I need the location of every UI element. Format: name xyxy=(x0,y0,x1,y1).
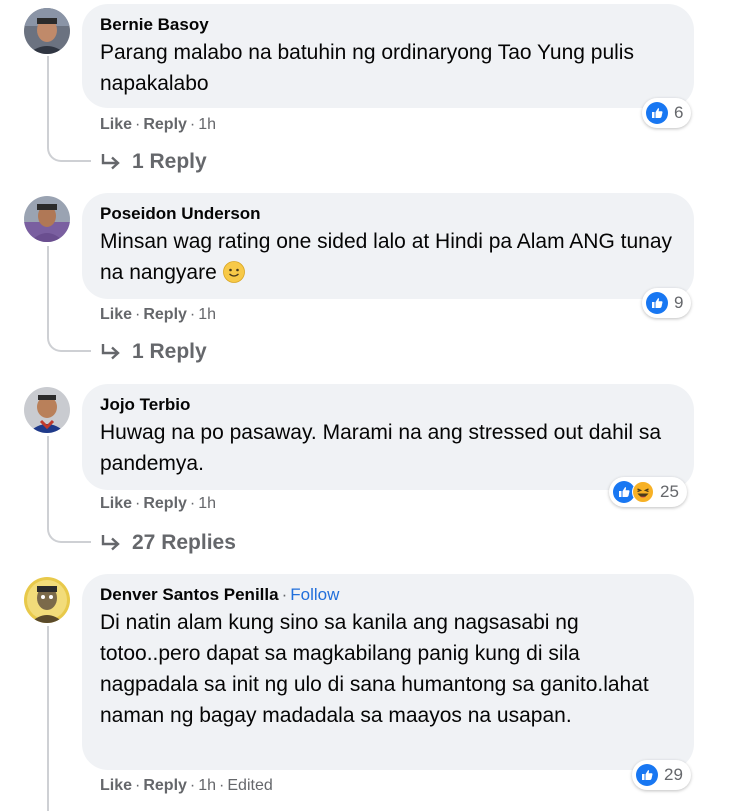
reply-button[interactable]: Reply xyxy=(143,306,187,323)
thread-curve xyxy=(47,336,91,352)
thread-curve xyxy=(47,146,91,162)
reply-button[interactable]: Reply xyxy=(143,495,187,512)
avatar[interactable] xyxy=(24,8,70,54)
avatar[interactable] xyxy=(24,387,70,433)
like-reaction-icon xyxy=(646,292,668,314)
follow-link[interactable]: Follow xyxy=(290,585,339,604)
reaction-count: 25 xyxy=(660,482,679,501)
like-reaction-icon xyxy=(646,102,668,124)
author-name[interactable]: Poseidon Underson xyxy=(100,204,261,223)
edited-label: Edited xyxy=(227,777,273,794)
comment-text: Parang malabo na batuhin ng ordinaryong … xyxy=(100,41,634,95)
reaction-summary[interactable]: 6 xyxy=(642,98,692,128)
comment-bubble: Jojo Terbio Huwag na po pasaway. Marami … xyxy=(82,384,694,490)
reaction-summary[interactable]: 29 xyxy=(632,760,691,790)
reply-button[interactable]: Reply xyxy=(143,777,187,794)
author-name[interactable]: Jojo Terbio xyxy=(100,395,190,414)
like-reaction-icon xyxy=(636,764,658,786)
timestamp[interactable]: 1h xyxy=(198,306,216,323)
timestamp[interactable]: 1h xyxy=(198,116,216,133)
comment-actions: Like · Reply · 1h xyxy=(100,495,217,512)
like-button[interactable]: Like xyxy=(100,777,132,794)
avatar[interactable] xyxy=(24,196,70,242)
view-replies-link[interactable]: 1 Reply xyxy=(100,340,207,364)
view-replies-link[interactable]: 1 Reply xyxy=(100,150,207,174)
comment-text: Minsan wag rating one sided lalo at Hind… xyxy=(100,230,672,284)
like-button[interactable]: Like xyxy=(100,495,132,512)
thread-line xyxy=(47,626,49,811)
comment-bubble: Denver Santos Penilla · Follow Di natin al… xyxy=(82,574,694,770)
haha-reaction-icon xyxy=(632,481,654,503)
reply-arrow-icon xyxy=(101,154,120,170)
comment-bubble: Poseidon Underson Minsan wag rating one … xyxy=(82,193,694,299)
reply-button[interactable]: Reply xyxy=(143,116,187,133)
reaction-summary[interactable]: 9 xyxy=(642,288,692,318)
replies-count-label[interactable]: 1 Reply xyxy=(132,150,207,174)
comment-actions: Like · Reply · 1h xyxy=(100,116,217,133)
comment-actions: Like · Reply · 1h xyxy=(100,306,217,323)
reaction-summary[interactable]: 25 xyxy=(609,477,687,507)
avatar[interactable] xyxy=(24,577,70,623)
replies-count-label[interactable]: 1 Reply xyxy=(132,340,207,364)
slightly-smiling-face-icon xyxy=(222,261,245,283)
comment-bubble: Bernie Basoy Parang malabo na batuhin ng… xyxy=(82,4,694,108)
thread-line xyxy=(47,246,49,336)
comment-actions: Like · Reply · 1h · Edited xyxy=(100,777,273,794)
comment-text: Di natin alam kung sino sa kanila ang na… xyxy=(100,611,649,727)
reaction-count: 9 xyxy=(674,293,684,312)
like-button[interactable]: Like xyxy=(100,306,132,323)
reaction-count: 29 xyxy=(664,765,683,784)
author-name[interactable]: Bernie Basoy xyxy=(100,15,209,34)
timestamp[interactable]: 1h xyxy=(198,495,216,512)
comment-text: Huwag na po pasaway. Marami na ang stres… xyxy=(100,421,662,475)
thread-line xyxy=(47,436,49,527)
timestamp[interactable]: 1h xyxy=(198,777,216,794)
reaction-count: 6 xyxy=(674,103,684,122)
replies-count-label[interactable]: 27 Replies xyxy=(132,531,236,555)
reply-arrow-icon xyxy=(101,535,120,551)
like-button[interactable]: Like xyxy=(100,116,132,133)
thread-line xyxy=(47,56,49,146)
thread-curve xyxy=(47,527,91,543)
view-replies-link[interactable]: 27 Replies xyxy=(100,531,236,555)
author-name[interactable]: Denver Santos Penilla xyxy=(100,585,279,604)
reply-arrow-icon xyxy=(101,344,120,360)
